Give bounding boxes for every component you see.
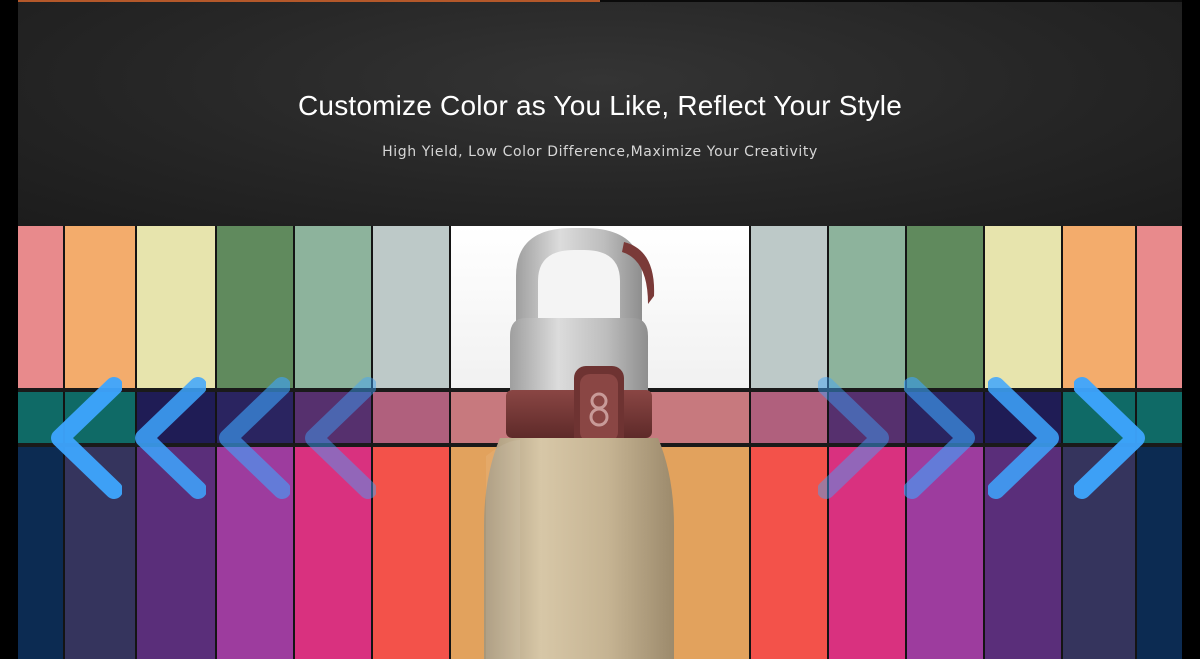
chevron-left-icon[interactable] <box>216 376 290 500</box>
chevron-right-icon[interactable] <box>1074 376 1148 500</box>
product-banner: Customize Color as You Like, Reflect You… <box>0 0 1200 659</box>
right-edge <box>1182 0 1200 659</box>
bottle-illustration <box>476 226 716 659</box>
color-swatch <box>136 226 216 388</box>
headline-banner: Customize Color as You Like, Reflect You… <box>18 2 1182 226</box>
color-swatch <box>372 392 450 443</box>
chevron-right-icon[interactable] <box>904 376 978 500</box>
page-title: Customize Color as You Like, Reflect You… <box>298 90 902 121</box>
color-swatch <box>750 447 828 659</box>
color-swatch <box>372 447 450 659</box>
chevron-right-icon[interactable] <box>818 376 892 500</box>
color-swatch <box>294 226 372 388</box>
color-swatch <box>1062 226 1136 388</box>
color-swatch <box>64 226 136 388</box>
color-swatch <box>750 392 828 443</box>
color-swatch <box>828 226 906 388</box>
chevron-left-icon[interactable] <box>132 376 206 500</box>
color-swatch <box>1136 226 1182 388</box>
chevron-left-icon[interactable] <box>302 376 376 500</box>
color-swatch <box>906 226 984 388</box>
color-swatch <box>216 226 294 388</box>
left-edge <box>0 0 18 659</box>
color-swatch <box>750 226 828 388</box>
bottle-image <box>484 228 674 659</box>
color-swatch <box>18 226 64 388</box>
page-subtitle: High Yield, Low Color Difference,Maximiz… <box>382 144 818 160</box>
chevron-right-icon[interactable] <box>988 376 1062 500</box>
color-swatch <box>372 226 450 388</box>
color-swatch <box>984 226 1062 388</box>
chevron-left-icon[interactable] <box>48 376 122 500</box>
